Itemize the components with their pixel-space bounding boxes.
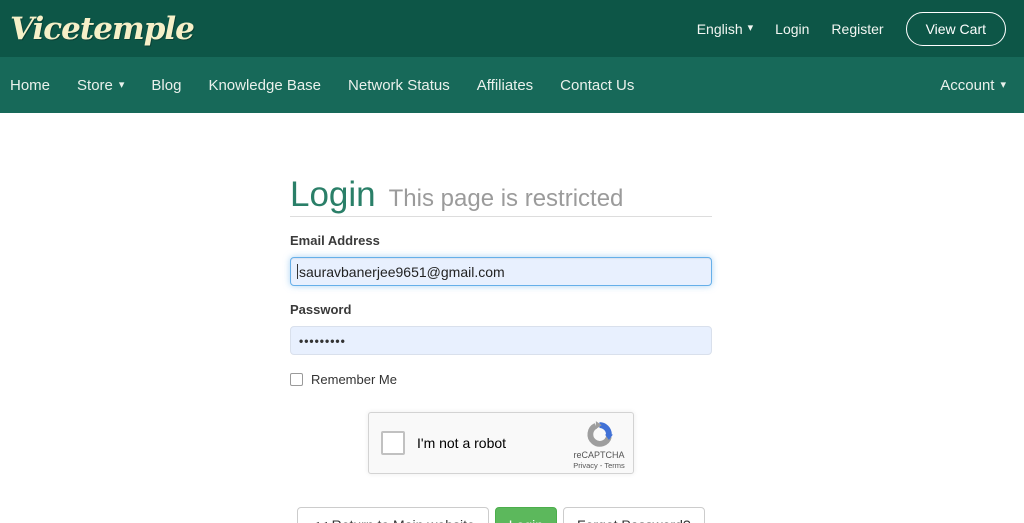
nav-item-blog[interactable]: Blog	[151, 77, 181, 94]
recaptcha-logo-icon	[586, 421, 613, 447]
login-submit-button[interactable]: Login	[494, 507, 558, 523]
remember-me-checkbox[interactable]	[290, 373, 303, 386]
nav-item-knowledge-base[interactable]: Knowledge Base	[208, 77, 321, 94]
recaptcha-brand-text: reCAPTCHA	[573, 450, 625, 460]
heading-divider	[290, 216, 712, 217]
nav-item-affiliates[interactable]: Affiliates	[477, 77, 533, 94]
password-input-wrap	[290, 326, 712, 355]
nav-item-contact-us[interactable]: Contact Us	[560, 77, 634, 94]
nav-item-home[interactable]: Home	[10, 77, 50, 94]
nav-item-store[interactable]: Store ▾	[77, 77, 124, 94]
email-input-wrap	[290, 257, 712, 286]
chevron-down-icon: ▾	[747, 22, 754, 34]
password-field[interactable]	[290, 326, 712, 355]
language-dropdown[interactable]: English ▾	[697, 21, 753, 37]
recaptcha-privacy-terms-links[interactable]: Privacy - Terms	[573, 461, 625, 470]
nav-item-network-status[interactable]: Network Status	[348, 77, 450, 94]
top-header-bar: Vicetemple English ▾ Login Register View…	[0, 0, 1024, 57]
chevron-down-icon: ▾	[118, 78, 125, 91]
topbar-register-link[interactable]: Register	[831, 21, 883, 37]
vicetemple-logo[interactable]: Vicetemple	[10, 11, 195, 47]
topbar-right-links: English ▾ Login Register View Cart	[697, 11, 1006, 46]
email-label: Email Address	[290, 233, 380, 248]
main-navbar: Home Store ▾ Blog Knowledge Base Network…	[0, 57, 1024, 113]
recaptcha-label: I'm not a robot	[417, 435, 507, 451]
form-button-row: << Return to Main website Login Forgot P…	[290, 507, 712, 523]
password-label: Password	[290, 302, 352, 317]
recaptcha-checkbox[interactable]	[381, 431, 405, 455]
nav-store-label: Store	[77, 76, 113, 94]
language-label: English	[696, 20, 743, 37]
login-form-container: Login This page is restricted Email Addr…	[290, 113, 712, 523]
page-heading: Login This page is restricted	[290, 177, 712, 213]
return-to-main-website-button[interactable]: << Return to Main website	[297, 507, 489, 523]
nav-item-account[interactable]: Account ▾	[940, 77, 1006, 94]
recaptcha-widget: I'm not a robot reCAPTCHA Privacy - Term…	[368, 412, 634, 474]
remember-me-row: Remember Me	[290, 372, 712, 387]
recaptcha-brand: reCAPTCHA Privacy - Terms	[573, 420, 625, 470]
page-title: Login	[290, 175, 376, 214]
main-content: Login This page is restricted Email Addr…	[0, 113, 1024, 523]
chevron-down-icon: ▾	[1000, 78, 1006, 91]
text-cursor	[297, 264, 298, 279]
remember-me-label: Remember Me	[311, 372, 397, 387]
view-cart-button[interactable]: View Cart	[905, 11, 1006, 46]
nav-items: Home Store ▾ Blog Knowledge Base Network…	[10, 77, 634, 94]
nav-account-label: Account	[940, 76, 995, 94]
forgot-password-button[interactable]: Forgot Password?	[563, 507, 705, 523]
email-field[interactable]	[290, 257, 712, 286]
topbar-login-link[interactable]: Login	[775, 21, 809, 37]
page-subtitle: This page is restricted	[388, 185, 624, 212]
